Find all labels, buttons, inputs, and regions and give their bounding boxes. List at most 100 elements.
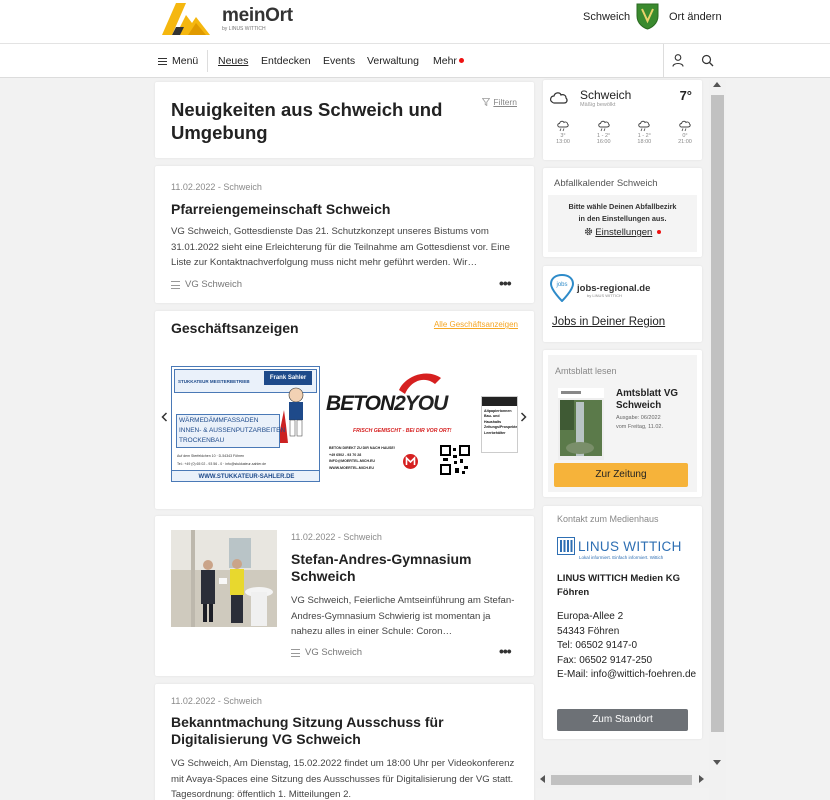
notification-dot [657,230,662,234]
filter-icon [482,98,491,106]
jobs-brand: jobs-regional.de [577,282,651,294]
nav-divider [207,50,208,72]
ceremony-photo [171,530,277,627]
scroll-right-arrow-icon[interactable] [699,775,704,783]
open-gazette-button[interactable]: Zur Zeitung [554,463,688,487]
weather-widget[interactable]: Schweich Mäßig bewölkt 7° 3° 13:00 1 - 2… [543,80,702,160]
page-title: Neuigkeiten aus Schweich und Umgebung [171,99,443,143]
article-title[interactable]: Pfarreiengemeinschaft Schweich [171,201,521,218]
article-title[interactable]: Bekanntmachung Sitzung Ausschuss für Dig… [171,714,521,748]
jobs-widget[interactable]: jobs jobs-regional.de by LINUS WITTICH J… [543,266,702,342]
change-place-link[interactable]: Ort ändern [669,11,722,23]
weather-condition: Mäßig bewölkt [580,102,616,108]
logo-title: meinOrt [222,4,293,26]
news-article[interactable]: 11.02.2022 - Schweich Pfarreiengemeinsch… [155,166,534,303]
waste-calendar-message-2: in den Einstellungen aus. [578,214,667,223]
settings-link[interactable]: Einstellungen [548,227,697,238]
ads-title: Geschäftsanzeigen [171,320,299,336]
waste-calendar-title: Abfallkalender Schweich [554,178,658,189]
publisher-company: LINUS WITTICH Medien KG Föhren [557,573,680,598]
scroll-left-arrow-icon[interactable] [540,775,545,783]
address-city: 54343 Föhren [557,625,620,637]
ad1-name: Frank Sahler [264,371,312,385]
horizontal-scroll-thumb[interactable] [551,775,692,785]
ad-beton2you[interactable]: BETON2YOU FRISCH GEMISCHT - BEI DIR VOR … [325,370,475,480]
news-header-card: Neuigkeiten aus Schweich und Umgebung Fi… [155,82,534,158]
contact-fax: Fax: 06502 9147-250 [557,654,653,666]
gazette-issue: Ausgabe: 06/2022 [616,415,661,421]
scroll-up-arrow-icon[interactable] [713,82,721,87]
article-source-label: VG Schweich [305,647,363,658]
forecast-slot: 1 - 2° 16:00 [592,120,616,145]
scroll-down-arrow-icon[interactable] [713,760,721,765]
article-teaser: VG Schweich, Gottesdienste Das 21. Schut… [171,226,511,268]
publisher-brand: LINUS WITTICH [578,538,682,554]
filter-label: Filtern [493,97,517,107]
location-button[interactable]: Zum Standort [557,709,688,731]
contact-label: Kontakt zum Medienhaus [557,514,659,524]
menu-button[interactable]: Menü [158,55,198,67]
forecast-time: 21:00 [678,139,692,145]
ad1-line2: Innen- & Außenputzarbeiten [179,427,286,434]
forecast-slot: 0° 21:00 [673,120,697,145]
nav-item-verwaltung[interactable]: Verwaltung [367,55,419,67]
forecast-slot: 3° 13:00 [551,120,575,145]
article-meta: 11.02.2022 - Schweich [171,696,262,706]
vertical-scroll-thumb[interactable] [711,95,724,732]
ad-stukkateur[interactable]: Stukkateur Meisterbetrieb Frank Sahler W… [171,366,320,482]
article-source: VG Schweich [171,279,242,290]
jobs-link[interactable]: Jobs in Deiner Region [552,316,665,328]
gazette-cover-image [558,388,604,460]
all-ads-link[interactable]: Alle Geschäftsanzeigen [434,320,518,329]
search-icon[interactable] [701,54,714,67]
nav-item-neues[interactable]: Neues [218,55,248,67]
carousel-prev-icon[interactable] [161,412,168,422]
article-image[interactable] [171,530,277,627]
gear-icon [584,227,592,236]
weather-place: Schweich [580,88,632,102]
main-nav: Menü Neues Entdecken Events Verwaltung M… [0,44,830,78]
ad2-slogan: FRISCH GEMISCHT - BEI DIR VOR ORT! [353,428,452,434]
article-meta: 11.02.2022 - Schweich [171,182,262,192]
ad1-address: Auf dem Sterfeldchen 10 · D-54343 Föhren [177,454,245,458]
gazette-widget: Amtsblatt lesen Amtsblatt VG Schweich Au… [543,350,702,497]
more-options-icon[interactable]: ••• [499,644,512,658]
cloud-icon [550,92,568,104]
publisher-logo: LINUS WITTICH [557,537,682,555]
news-article[interactable]: 11.02.2022 - Schweich Bekanntmachung Sit… [155,684,534,800]
waste-calendar-message-1: Bitte wähle Deinen Abfallbezirk [568,202,677,211]
user-icon[interactable] [672,54,684,67]
article-title[interactable]: Stefan-Andres-Gymnasium Schweich [291,551,506,585]
nav-item-mehr-label: Mehr [433,55,457,67]
town-crest-icon [636,3,659,30]
waste-calendar-notice: Bitte wähle Deinen Abfallbezirk in den E… [548,195,697,252]
nav-item-events[interactable]: Events [323,55,355,67]
ad-abfall-partial[interactable]: Altpapiertonnen Bau- und Haushalts Zeitu… [481,396,518,453]
weather-forecast: 3° 13:00 1 - 2° 16:00 1 - 2° 18:00 0° 21… [551,120,697,145]
publisher-logo-icon [557,537,575,555]
forecast-time: 16:00 [596,139,611,145]
top-header: meinOrt by LINUS WITTICH Schweich Ort än… [0,0,830,44]
rain-cloud-icon [679,120,691,132]
rain-cloud-icon [638,120,650,132]
contact-widget: Kontakt zum Medienhaus LINUS WITTICH Lok… [543,506,702,739]
ad1-top: Stukkateur Meisterbetrieb [178,379,250,384]
nav-item-entdecken[interactable]: Entdecken [261,55,311,67]
weather-temperature: 7° [679,88,692,103]
jobs-pin-icon: jobs [549,274,575,302]
notification-dot [458,58,464,63]
article-source-label: VG Schweich [185,279,243,290]
nav-item-mehr[interactable]: Mehr [433,55,464,67]
carousel-next-icon[interactable] [520,412,527,422]
gazette-cover[interactable] [558,388,604,460]
current-place: Schweich [583,11,631,23]
source-icon [291,648,300,657]
filter-button[interactable]: Filtern [482,97,517,107]
ad2-line4: WWW.MOERTEL-MICH.EU [329,465,374,470]
logo-mark-icon [162,3,210,35]
more-options-icon[interactable]: ••• [499,276,512,290]
site-logo[interactable]: meinOrt by LINUS WITTICH [162,0,293,36]
logo-subtitle: by LINUS WITTICH [222,25,266,32]
forecast-slot: 1 - 2° 18:00 [632,120,656,145]
article-meta: 11.02.2022 - Schweich [291,532,382,542]
